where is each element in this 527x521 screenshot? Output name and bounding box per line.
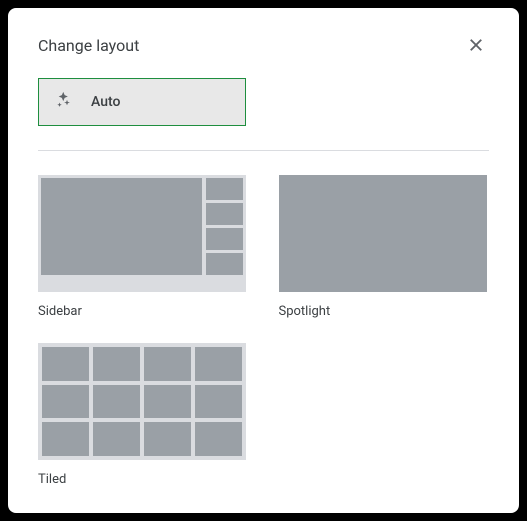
tiled-preview (38, 343, 246, 460)
auto-label: Auto (91, 94, 120, 110)
spotlight-label: Spotlight (279, 304, 490, 319)
layout-option-tiled[interactable]: Tiled (38, 343, 249, 487)
close-icon (467, 36, 485, 54)
layout-option-auto[interactable]: Auto (38, 78, 246, 126)
sidebar-label: Sidebar (38, 304, 249, 319)
tiled-label: Tiled (38, 472, 249, 487)
sparkle-icon (55, 91, 77, 113)
layout-option-spotlight[interactable]: Spotlight (279, 175, 490, 319)
layout-grid: Sidebar Spotlight Tiled (38, 175, 489, 487)
layout-option-sidebar[interactable]: Sidebar (38, 175, 249, 319)
change-layout-dialog: Change layout Auto Sidebar (8, 8, 519, 513)
dialog-header: Change layout (38, 32, 489, 58)
close-button[interactable] (463, 32, 489, 58)
dialog-title: Change layout (38, 36, 139, 55)
sidebar-preview (38, 175, 246, 292)
divider (38, 150, 489, 151)
spotlight-preview (279, 175, 487, 292)
